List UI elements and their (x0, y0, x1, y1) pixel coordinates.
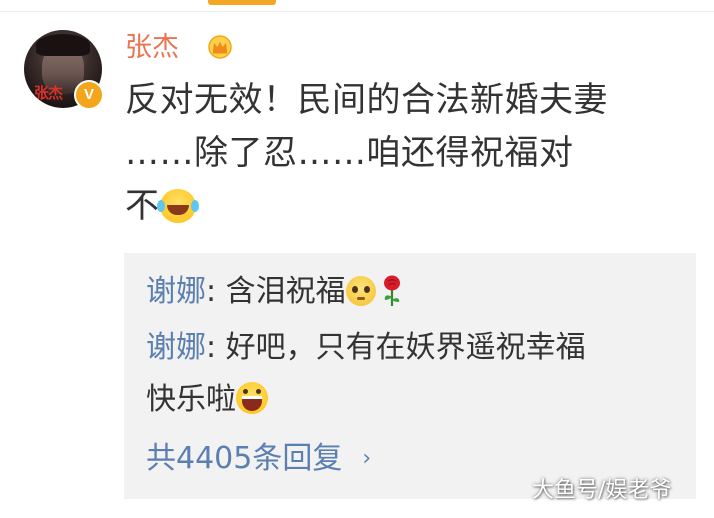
laughing-tears-emoji-icon (156, 189, 196, 223)
reply-count-label: 共4405条回复 (146, 441, 343, 476)
teary-eyes-emoji-icon (345, 276, 376, 306)
avatar-text: 张杰 (34, 84, 63, 102)
crown-icon (208, 35, 232, 59)
reply-item: 谢娜: 好吧，只有在妖界遥祝幸福 (146, 325, 586, 371)
avatar-hair (36, 34, 90, 56)
reply-text: 含泪祝福 (225, 274, 346, 309)
reply-text-line-2: 快乐啦 (146, 382, 236, 417)
tab-indicator (208, 0, 276, 5)
comment-text-line-1: 反对无效！民间的合法新婚夫妻 (125, 80, 608, 120)
reply-item-continuation: 快乐啦 (146, 377, 268, 423)
comment-author[interactable]: 张杰 (125, 30, 179, 66)
watermark: 大鱼号/娱老爷 (532, 478, 672, 503)
reply-author[interactable]: 谢娜 (146, 330, 206, 365)
grin-emoji-icon (236, 382, 268, 414)
reply-separator: : (206, 274, 226, 309)
reply-author[interactable]: 谢娜 (146, 274, 206, 309)
comment-text-line-2: ……除了忍……咱还得祝福对 (125, 133, 574, 173)
view-all-replies-link[interactable]: 共4405条回复 › (146, 436, 371, 482)
verified-badge-icon: V (74, 80, 104, 110)
comment-body: 反对无效！民间的合法新婚夫妻 ……除了忍……咱还得祝福对 不 (125, 74, 700, 233)
rose-icon (383, 275, 400, 306)
top-divider (0, 11, 714, 12)
comment-text-line-3: 不 (125, 186, 160, 226)
reply-preview-box[interactable]: 谢娜: 含泪祝福 谢娜: 好吧，只有在妖界遥祝幸福 快乐啦 共4405条回复 › (124, 253, 696, 499)
comment-screen: 张杰 V 张杰 反对无效！民间的合法新婚夫妻 ……除了忍……咱还得祝福对 不 谢… (0, 0, 714, 518)
reply-text: 好吧，只有在妖界遥祝幸福 (225, 330, 586, 365)
reply-separator: : (206, 330, 226, 365)
reply-item: 谢娜: 含泪祝福 (146, 269, 404, 315)
chevron-right-icon: › (362, 446, 372, 471)
